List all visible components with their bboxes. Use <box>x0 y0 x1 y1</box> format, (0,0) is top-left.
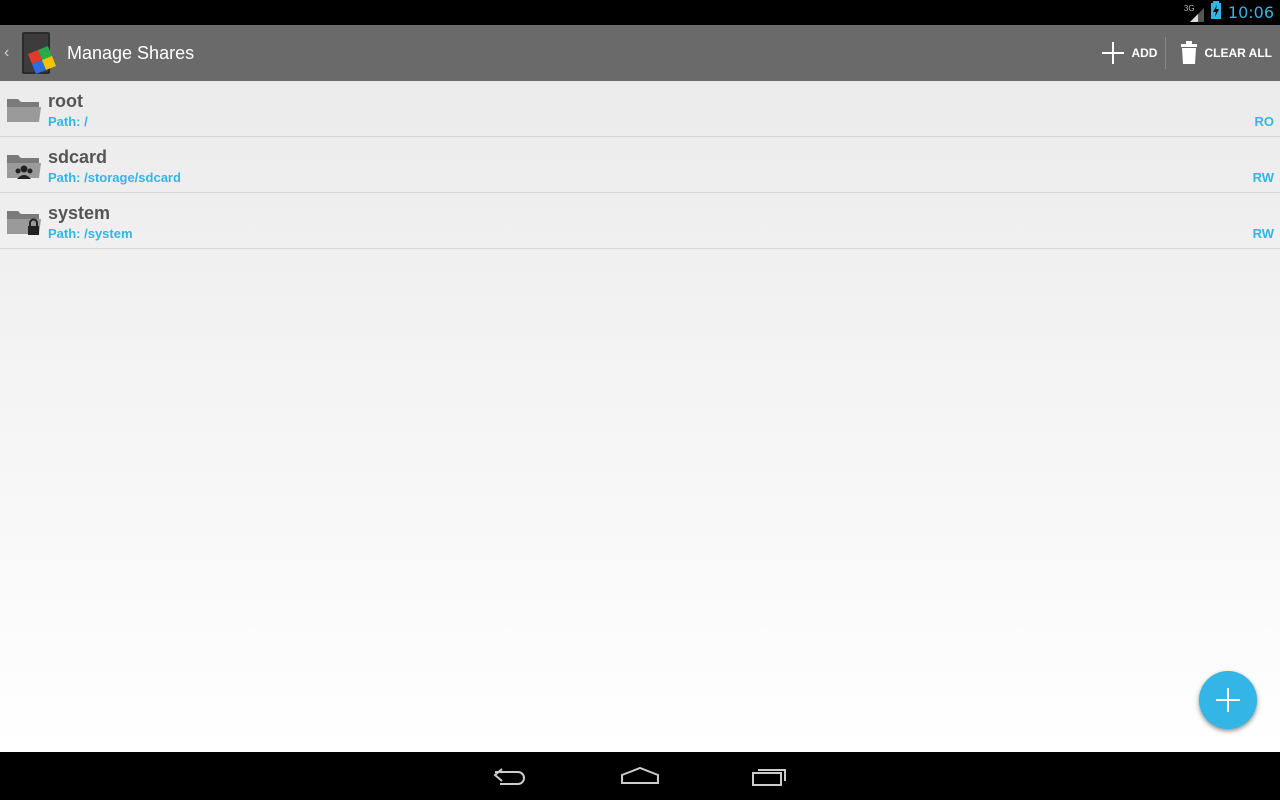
navigation-bar <box>0 752 1280 800</box>
folder-icon <box>6 95 42 125</box>
shared-folder-icon <box>6 151 42 181</box>
trash-icon <box>1181 41 1198 64</box>
battery-icon <box>1210 1 1222 24</box>
clear-all-button-label: CLEAR ALL <box>1204 46 1272 60</box>
page-title: Manage Shares <box>67 42 195 63</box>
share-path: Path: /system <box>48 226 133 241</box>
add-share-fab[interactable] <box>1199 671 1257 729</box>
share-mode: RO <box>1254 114 1275 129</box>
share-path: Path: / <box>48 114 88 129</box>
share-mode: RW <box>1252 170 1274 185</box>
recent-apps-icon[interactable] <box>745 761 795 791</box>
signal-icon: 3G <box>1184 4 1204 22</box>
share-row-sdcard[interactable]: sdcard Path: /storage/sdcard RW <box>0 137 1280 193</box>
share-path: Path: /storage/sdcard <box>48 170 181 185</box>
app-logo-icon[interactable] <box>16 28 62 78</box>
share-name: system <box>48 203 111 223</box>
share-mode: RW <box>1252 226 1274 241</box>
status-time: 10:06 <box>1227 3 1274 22</box>
plus-icon <box>1102 42 1125 64</box>
share-name: root <box>48 91 83 111</box>
share-name: sdcard <box>48 147 108 167</box>
share-row-system[interactable]: system Path: /system RW <box>0 193 1280 249</box>
clear-all-button[interactable]: CLEAR ALL <box>1166 25 1280 81</box>
plus-icon <box>1216 688 1240 712</box>
status-bar: 3G 10:06 <box>0 0 1280 25</box>
share-row-root[interactable]: root Path: / RO <box>0 81 1280 137</box>
back-icon[interactable] <box>485 761 535 791</box>
add-button-label: ADD <box>1131 46 1158 60</box>
share-list: root Path: / RO sdcard Path: /storage/sd… <box>0 81 1280 752</box>
action-bar-actions: ADD CLEAR ALL <box>1093 25 1280 81</box>
up-caret-icon[interactable]: ‹ <box>4 44 14 62</box>
locked-folder-icon <box>6 207 42 237</box>
add-button[interactable]: ADD <box>1093 25 1165 81</box>
home-icon[interactable] <box>615 761 665 791</box>
action-bar: ‹ Manage Shares ADD CLEAR ALL <box>0 25 1280 81</box>
